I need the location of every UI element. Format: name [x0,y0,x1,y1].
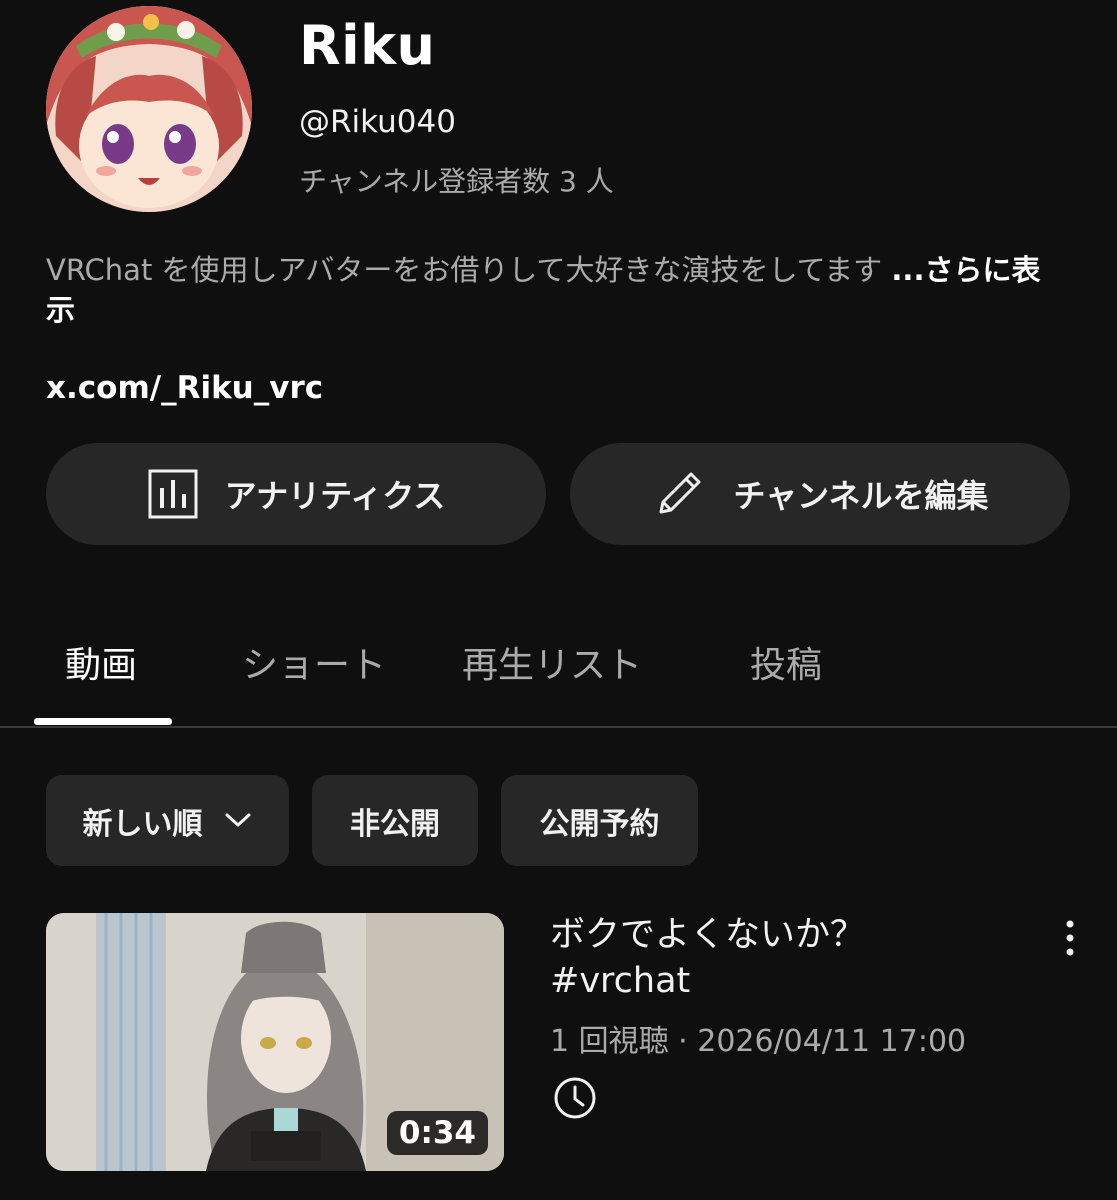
tab-videos[interactable]: 動画 [65,636,137,688]
edit-channel-label: チャンネルを編集 [733,477,989,515]
more-options-icon[interactable] [1058,918,1082,962]
filter-private-chip[interactable]: 非公開 [312,775,478,866]
tab-playlists[interactable]: 再生リスト [462,636,642,688]
tab-shorts[interactable]: ショート [242,636,386,688]
private-label: 非公開 [350,806,440,842]
sort-label: 新しい順 [82,806,203,842]
video-meta: 1 回視聴 · 2026/04/11 17:00 [550,1024,967,1059]
tab-posts[interactable]: 投稿 [750,636,822,688]
channel-handle: @Riku040 [299,104,456,140]
analytics-button[interactable]: アナリティクス [46,443,546,545]
channel-name: Riku [299,14,436,77]
sort-dropdown[interactable]: 新しい順 [46,775,289,866]
subscriber-count: チャンネル登録者数 3 人 [299,165,614,198]
video-title[interactable]: ボクでよくないか？ #vrchat [550,912,970,1004]
channel-page: Riku @Riku040 チャンネル登録者数 3 人 VRChat を使用しア… [0,0,1117,1200]
video-duration: 0:34 [386,1111,488,1155]
edit-channel-button[interactable]: チャンネルを編集 [570,443,1070,545]
tab-divider [0,726,1117,728]
channel-description[interactable]: VRChat を使用しアバターをお借りして大好きな演技をしてます ...さらに表… [46,250,1056,330]
chevron-down-icon [223,803,253,838]
scheduled-label: 公開予約 [539,806,660,842]
analytics-icon [147,468,199,520]
clock-icon [552,1075,598,1125]
channel-avatar[interactable] [46,6,252,212]
video-thumbnail[interactable]: 0:34 [46,913,504,1171]
avatar-illustration [46,6,252,212]
pencil-icon [651,466,707,522]
filter-scheduled-chip[interactable]: 公開予約 [501,775,698,866]
description-text: VRChat を使用しアバターをお借りして大好きな演技をしてます [46,253,892,287]
analytics-label: アナリティクス [224,477,446,515]
channel-link[interactable]: x.com/_Riku_vrc [46,370,323,406]
active-tab-indicator [34,718,172,725]
